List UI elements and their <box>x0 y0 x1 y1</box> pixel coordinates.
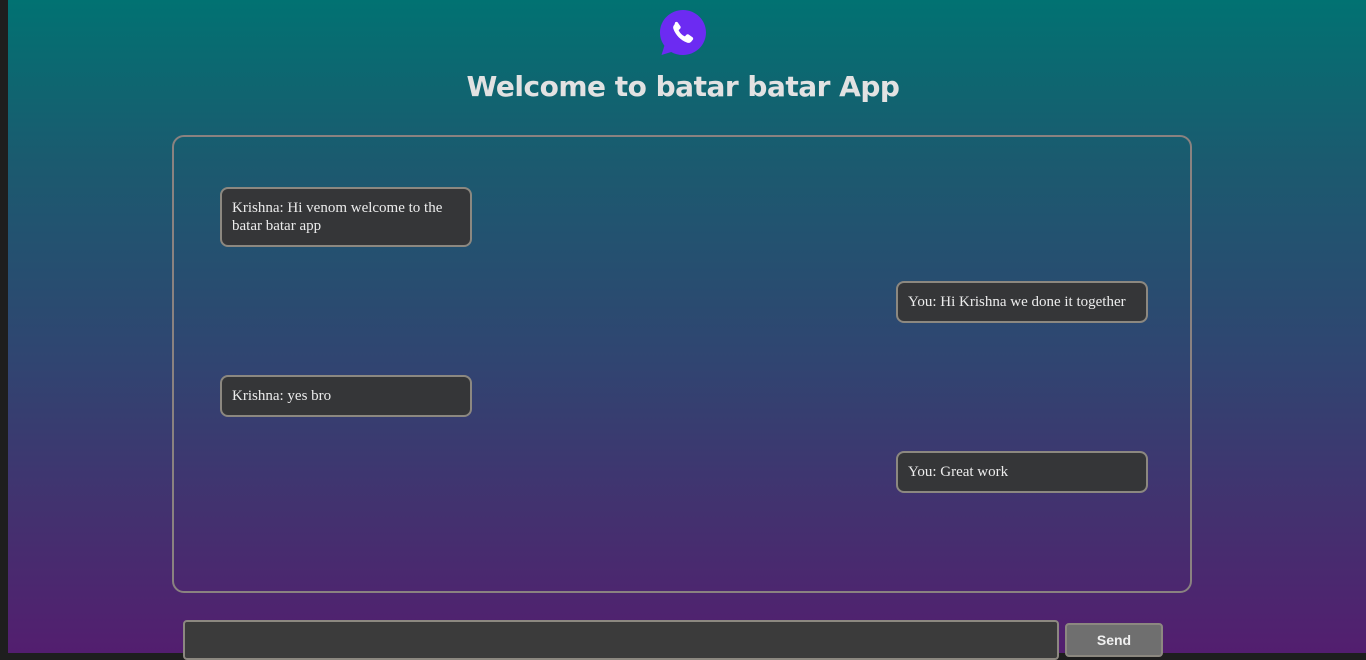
message-input[interactable] <box>183 620 1059 660</box>
app-frame: Welcome to batar batar App Krishna: Hi v… <box>8 0 1366 653</box>
chat-messages-container: Krishna: Hi venom welcome to the batar b… <box>172 135 1192 593</box>
message-bubble-outgoing: You: Great work <box>896 451 1148 493</box>
message-bubble-outgoing: You: Hi Krishna we done it together <box>896 281 1148 323</box>
message-bubble-incoming: Krishna: yes bro <box>220 375 472 417</box>
page-title: Welcome to batar batar App <box>466 70 900 103</box>
message-bubble-incoming: Krishna: Hi venom welcome to the batar b… <box>220 187 472 247</box>
message-composer: Send <box>183 620 1163 660</box>
whatsapp-phone-icon <box>660 10 706 55</box>
send-button[interactable]: Send <box>1065 623 1163 657</box>
